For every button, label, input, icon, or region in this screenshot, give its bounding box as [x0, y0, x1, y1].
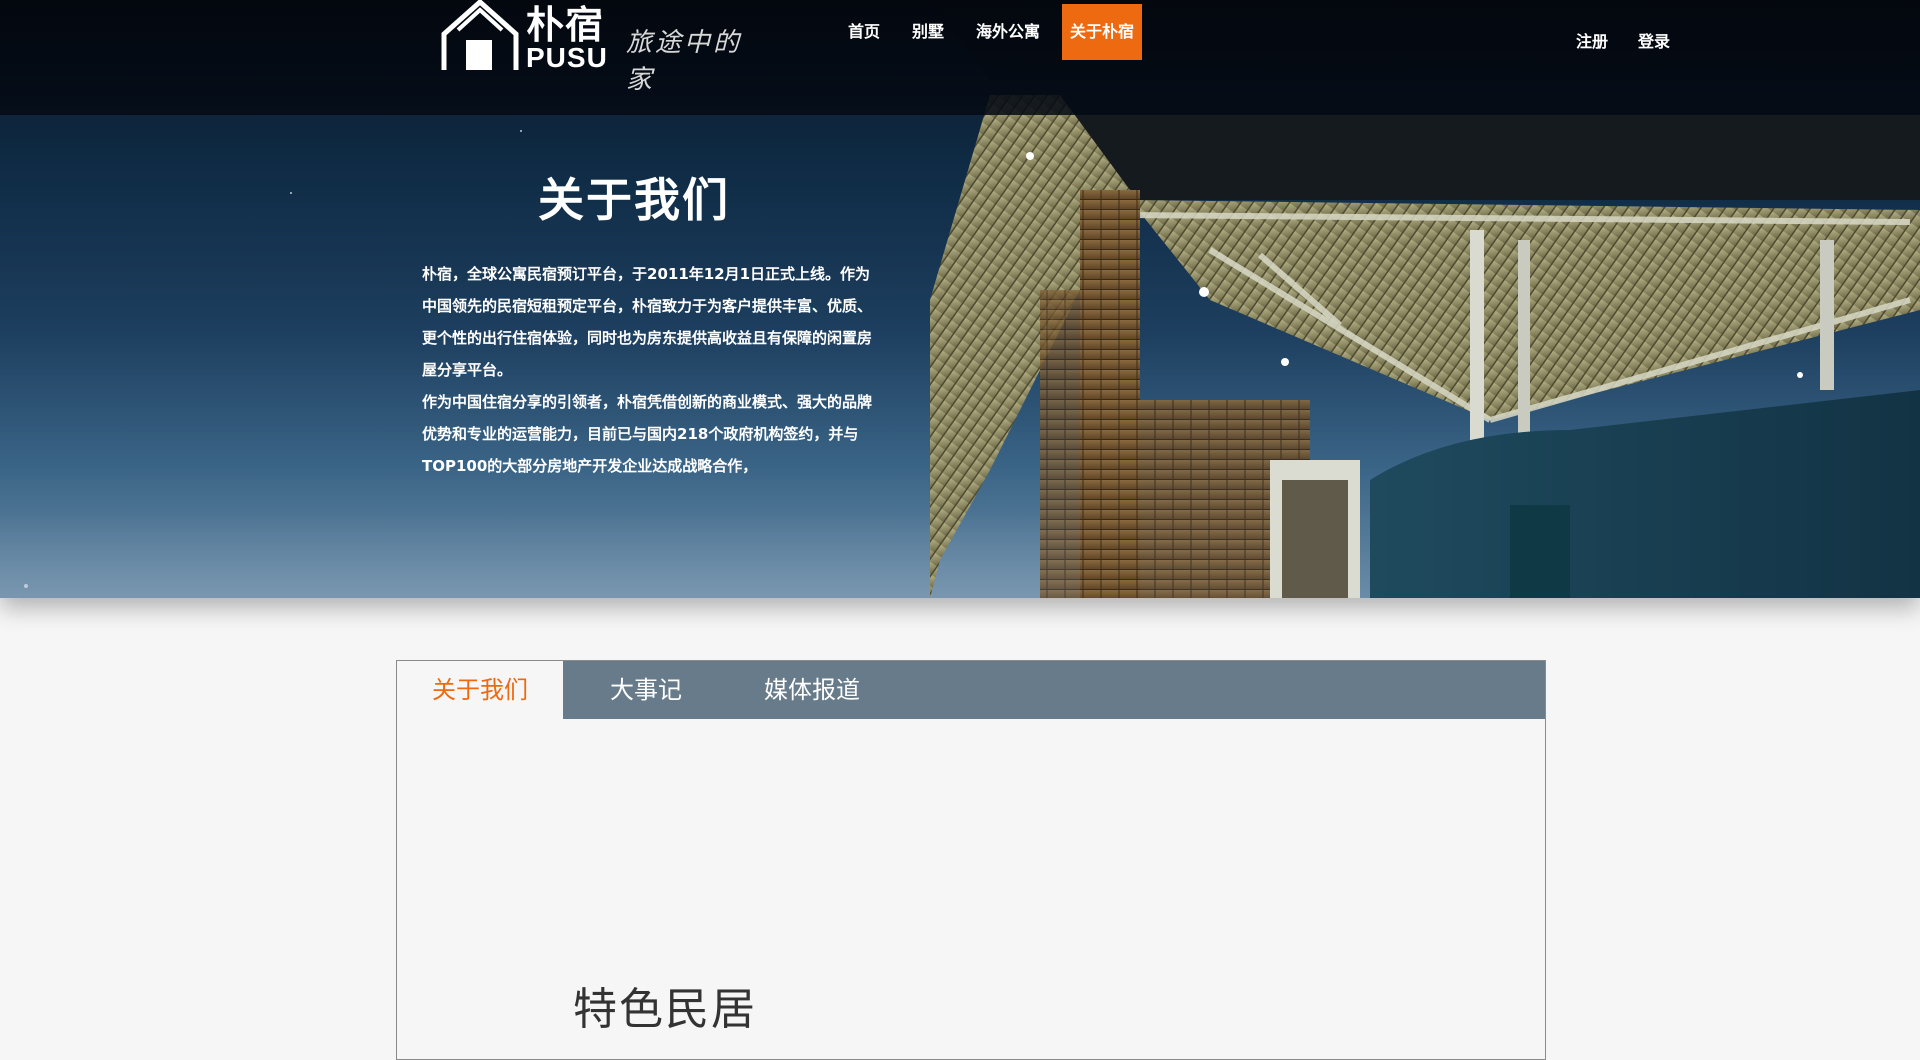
section-title: 特色民居 — [573, 984, 757, 1035]
tab-milestones[interactable]: 大事记 — [563, 661, 729, 719]
main-nav: 首页 别墅 海外公寓 关于朴宿 — [838, 4, 1154, 60]
about-paragraph: 作为中国住宿分享的引领者，朴宿凭借创新的商业模式、强大的品牌优势和专业的运营能力… — [422, 393, 873, 475]
login-link[interactable]: 登录 — [1638, 28, 1670, 52]
nav-item-overseas-apartment[interactable]: 海外公寓 — [966, 4, 1050, 60]
brand-logo[interactable]: 朴宿 PUSU 旅途中的家 — [440, 0, 770, 95]
nav-item-about[interactable]: 关于朴宿 — [1062, 4, 1143, 60]
tab-media-reports[interactable]: 媒体报道 — [729, 661, 895, 719]
about-description: 朴宿，全球公寓民宿预订平台，于2011年12月1日正式上线。作为中国领先的民宿短… — [422, 258, 872, 482]
house-logo-icon — [441, 0, 519, 70]
top-navigation-bar: 朴宿 PUSU 旅途中的家 首页 别墅 海外公寓 关于朴宿 注册 登录 — [0, 0, 1920, 115]
brand-name-en: PUSU — [526, 42, 608, 73]
nav-item-villa[interactable]: 别墅 — [902, 4, 954, 60]
content-panel: 关于我们 大事记 媒体报道 特色民居 — [396, 660, 1546, 1060]
auth-links: 注册 登录 — [1576, 28, 1670, 52]
about-paragraph: 朴宿，全球公寓民宿预订平台，于2011年12月1日正式上线。作为中国领先的民宿短… — [422, 265, 873, 379]
page-title: 关于我们 — [538, 173, 730, 227]
register-link[interactable]: 注册 — [1576, 28, 1608, 52]
tab-about-us[interactable]: 关于我们 — [397, 661, 563, 719]
brand-slogan: 旅途中的家 — [626, 28, 743, 95]
nav-item-home[interactable]: 首页 — [838, 4, 890, 60]
tab-bar: 关于我们 大事记 媒体报道 — [397, 661, 1545, 719]
